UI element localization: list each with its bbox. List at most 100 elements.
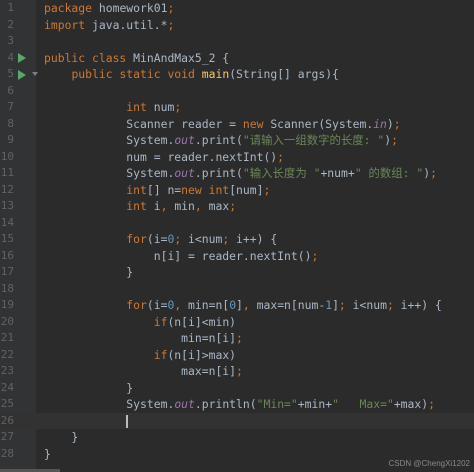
code-text: System.out.print("请输入一组数字的长度: "); xyxy=(44,132,398,149)
code-token: .print( xyxy=(194,133,243,147)
code-token: int xyxy=(126,199,154,213)
code-line[interactable]: 19 for(i=0, min=n[0], max=n[num-1]; i<nu… xyxy=(0,297,474,314)
code-token: ; xyxy=(174,232,189,246)
code-token: (n[i]>max) xyxy=(167,347,237,362)
code-line[interactable]: 9 System.out.print("请输入一组数字的长度: "); xyxy=(0,132,474,149)
line-number: 25 xyxy=(0,397,14,410)
code-token: System. xyxy=(44,166,175,180)
code-token: , xyxy=(160,199,175,213)
code-token: ] xyxy=(332,298,339,312)
code-token: ; xyxy=(386,298,401,312)
code-token: (n[i]<min) xyxy=(167,314,237,329)
code-line[interactable]: 20 if(n[i]<min) xyxy=(0,314,474,331)
code-token: [num] xyxy=(229,182,264,197)
code-text: for(i=0, min=n[0], max=n[num-1]; i<num; … xyxy=(44,297,442,314)
code-text: Scanner reader = new Scanner(System.in); xyxy=(44,116,400,133)
code-line[interactable]: 16 n[i] = reader.nextInt(); xyxy=(0,248,474,265)
code-line[interactable]: 22 if(n[i]>max) xyxy=(0,347,474,364)
line-number: 26 xyxy=(0,413,14,427)
code-line[interactable]: 25 System.out.println("Min="+min+" Max="… xyxy=(0,396,474,413)
line-number: 11 xyxy=(0,166,14,179)
code-line[interactable]: 6 xyxy=(0,83,474,100)
code-token: Scanner(System. xyxy=(270,116,374,131)
line-number: 18 xyxy=(0,281,14,295)
code-token: i++) { xyxy=(400,298,442,312)
code-line[interactable]: 11 System.out.print("输入长度为 "+num+" 的数组: … xyxy=(0,165,474,182)
watermark: CSDN @ChengXi1202 xyxy=(388,459,471,468)
code-text: System.out.println("Min="+min+" Max="+ma… xyxy=(44,396,435,413)
code-line[interactable]: 26 xyxy=(0,412,474,429)
code-token: java.util.* xyxy=(92,17,168,32)
code-line[interactable]: 5 public static void main(String[] args)… xyxy=(0,66,474,83)
code-line[interactable]: 7 int num; xyxy=(0,99,474,116)
code-token: min=n[i] xyxy=(44,331,237,345)
code-token: "输入长度为 " xyxy=(242,166,321,180)
code-token: homework01 xyxy=(98,1,168,15)
code-text: if(n[i]<min) xyxy=(44,314,236,331)
code-token: out xyxy=(174,166,195,180)
line-number: 28 xyxy=(0,446,14,460)
code-line[interactable]: 27 } xyxy=(0,429,474,446)
code-token: ; xyxy=(236,364,243,378)
code-token: (i= xyxy=(146,298,168,312)
line-number: 3 xyxy=(7,34,14,47)
code-line[interactable]: 1 package homework01; xyxy=(0,0,474,17)
code-token: package xyxy=(44,1,99,15)
code-line[interactable]: 23 max=n[i]; xyxy=(0,363,474,380)
code-line[interactable]: 2 import java.util.*; xyxy=(0,17,474,34)
code-line[interactable]: 3 xyxy=(0,33,474,50)
code-token: .print( xyxy=(194,166,243,180)
code-token: ; xyxy=(236,331,243,345)
line-number: 21 xyxy=(0,331,14,344)
line-number: 24 xyxy=(0,380,14,394)
code-text: } xyxy=(44,380,133,397)
code-token: new int xyxy=(181,182,230,197)
code-line[interactable]: 12 int[] n=new int[num]; xyxy=(0,182,474,199)
code-token: Scanner reader = xyxy=(44,116,243,131)
code-token: max=n[i] xyxy=(44,364,237,378)
code-line[interactable]: 10 num = reader.nextInt(); xyxy=(0,149,474,166)
code-line[interactable]: 14 xyxy=(0,215,474,232)
code-text: if(n[i]>max) xyxy=(44,347,236,364)
code-token: min xyxy=(174,199,195,213)
fold-icon[interactable] xyxy=(26,66,38,83)
code-line[interactable]: 21 min=n[i]; xyxy=(0,330,474,347)
line-number: 7 xyxy=(7,100,14,113)
run-icon[interactable] xyxy=(16,50,28,67)
code-token: out xyxy=(174,133,195,147)
code-token: for xyxy=(126,232,147,246)
code-line[interactable]: 18 xyxy=(0,281,474,298)
code-token: main xyxy=(201,67,230,81)
code-token: if xyxy=(153,347,168,362)
code-text: min=n[i]; xyxy=(44,330,243,347)
code-token: " Max=" xyxy=(332,397,394,411)
code-line[interactable]: 13 int i, min, max; xyxy=(0,198,474,215)
code-line[interactable]: 8 Scanner reader = new Scanner(System.in… xyxy=(0,116,474,133)
code-text: import java.util.*; xyxy=(44,17,174,34)
line-number: 17 xyxy=(0,265,14,278)
code-token: System. xyxy=(44,397,175,411)
code-token: num = reader.nextInt() xyxy=(44,149,278,164)
code-token: for xyxy=(126,298,147,312)
code-token: n[i] = reader.nextInt() xyxy=(44,248,312,263)
code-token: out xyxy=(174,397,195,411)
code-token: .println( xyxy=(194,397,257,411)
line-number: 22 xyxy=(0,347,14,361)
line-number: 5 xyxy=(7,67,14,80)
code-line[interactable]: 17 } xyxy=(0,264,474,281)
line-number: 27 xyxy=(0,430,14,443)
code-line[interactable]: 4 public class MinAndMax5_2 { xyxy=(0,50,474,67)
code-token: ; xyxy=(430,166,437,180)
code-line[interactable]: 15 for(i=0; i<num; i++) { xyxy=(0,231,474,248)
code-line[interactable]: 24 } xyxy=(0,380,474,397)
code-token: ] xyxy=(236,298,243,312)
code-token: max=n[num- xyxy=(256,298,326,312)
code-editor[interactable]: 1 package homework01; 2 import java.util.*;… xyxy=(0,0,474,472)
code-token: +max) xyxy=(393,397,429,411)
code-token: ; xyxy=(167,1,175,15)
code-token: new xyxy=(242,116,271,131)
